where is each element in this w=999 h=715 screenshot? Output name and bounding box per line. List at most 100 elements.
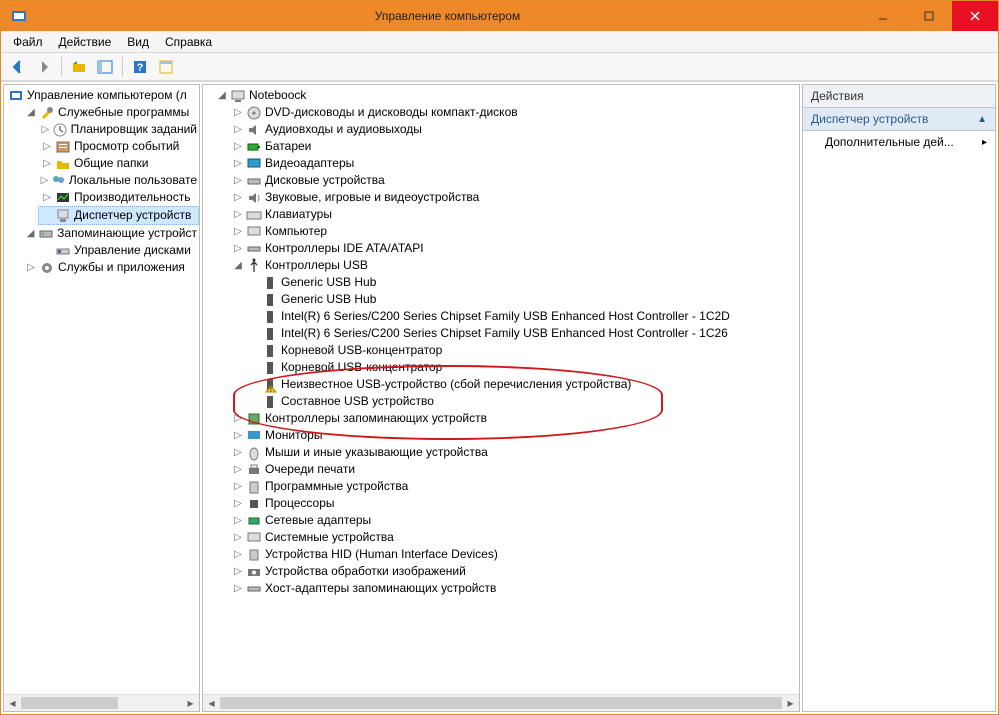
left-scrollbar-h[interactable]: ◂ ▸ [4,694,199,711]
expand-icon[interactable]: ▷ [40,123,51,137]
collapse-icon[interactable]: ◢ [231,259,245,273]
expand-icon[interactable]: ▷ [231,480,245,494]
cat-usb[interactable]: ◢Контроллеры USB [229,257,799,274]
show-hide-tree-button[interactable] [93,55,117,79]
usb-intel-1[interactable]: ▷Intel(R) 6 Series/C200 Series Chipset F… [245,308,799,325]
menu-view[interactable]: Вид [119,33,157,51]
expand-icon[interactable]: ▷ [231,446,245,460]
up-folder-button[interactable] [67,55,91,79]
cat-cpu[interactable]: ▷Процессоры [229,495,799,512]
node-label: Служебные программы [58,104,189,121]
action-more[interactable]: Дополнительные дей... ▸ [803,131,995,153]
forward-button[interactable] [32,55,56,79]
expand-icon[interactable]: ▷ [231,106,245,120]
expand-icon[interactable]: ▷ [231,157,245,171]
expand-icon[interactable]: ▷ [231,565,245,579]
collapse-icon[interactable]: ◢ [24,106,38,120]
usb-roothub-2[interactable]: ▷Корневой USB-концентратор [245,359,799,376]
cat-ide[interactable]: ▷Контроллеры IDE ATA/ATAPI [229,240,799,257]
help-button[interactable]: ? [128,55,152,79]
cat-hostadapter[interactable]: ▷Хост-адаптеры запоминающих устройств [229,580,799,597]
expand-icon[interactable]: ▷ [231,242,245,256]
menu-file[interactable]: Файл [5,33,51,51]
cat-monitors[interactable]: ▷Мониторы [229,427,799,444]
expand-icon[interactable]: ▷ [231,497,245,511]
expand-icon[interactable]: ▷ [231,531,245,545]
tree-task-scheduler[interactable]: ▷Планировщик заданий [38,121,199,138]
usb-intel-2[interactable]: ▷Intel(R) 6 Series/C200 Series Chipset F… [245,325,799,342]
tree-device-manager[interactable]: ▷Диспетчер устройств [38,206,199,225]
scroll-left-button[interactable]: ◂ [4,695,21,711]
cat-system[interactable]: ▷Системные устройства [229,529,799,546]
scroll-thumb[interactable] [220,697,782,709]
minimize-button[interactable] [860,1,906,31]
expand-icon[interactable]: ▷ [231,429,245,443]
tree-storage[interactable]: ◢ Запоминающие устройст [22,225,199,242]
console-tree-panel: Управление компьютером (л ◢ Служебные пр… [3,84,200,712]
usb-roothub-1[interactable]: ▷Корневой USB-концентратор [245,342,799,359]
cat-battery[interactable]: ▷Батареи [229,138,799,155]
expand-icon[interactable]: ▷ [231,123,245,137]
tree-shared-folders[interactable]: ▷Общие папки [38,155,199,172]
tree-services-apps[interactable]: ▷Службы и приложения [22,259,199,276]
expand-icon[interactable]: ▷ [231,208,245,222]
expand-icon[interactable]: ▷ [231,548,245,562]
collapse-icon[interactable]: ◢ [215,89,229,103]
close-button[interactable] [952,1,998,31]
expand-icon[interactable]: ▷ [231,463,245,477]
tree-local-users[interactable]: ▷Локальные пользовате [38,172,199,189]
center-scrollbar-h[interactable]: ◂ ▸ [203,694,799,711]
cat-sound[interactable]: ▷Звуковые, игровые и видеоустройства [229,189,799,206]
tree-root-computer-mgmt[interactable]: Управление компьютером (л [6,87,199,104]
action-label: Дополнительные дей... [825,135,954,149]
cat-printq[interactable]: ▷Очереди печати [229,461,799,478]
tree-system-tools[interactable]: ◢ Служебные программы [22,104,199,121]
expand-icon[interactable]: ▷ [231,174,245,188]
device-root[interactable]: ◢ Noteboock [213,87,799,104]
scroll-right-button[interactable]: ▸ [782,695,799,711]
usb-composite[interactable]: ▷Составное USB устройство [245,393,799,410]
menu-help[interactable]: Справка [157,33,220,51]
cat-audio[interactable]: ▷Аудиовходы и аудиовыходы [229,121,799,138]
menu-action[interactable]: Действие [51,33,120,51]
expand-icon[interactable]: ▷ [231,140,245,154]
collapse-section-icon[interactable]: ▲ [977,114,987,125]
cat-mice[interactable]: ▷Мыши и иные указывающие устройства [229,444,799,461]
cat-disk[interactable]: ▷Дисковые устройства [229,172,799,189]
expand-icon[interactable]: ▷ [40,140,54,154]
cat-dvd[interactable]: ▷DVD-дисководы и дисководы компакт-диско… [229,104,799,121]
usb-unknown[interactable]: ▷!Неизвестное USB-устройство (сбой переч… [245,376,799,393]
usb-hub-1[interactable]: ▷Generic USB Hub [245,274,799,291]
collapse-icon[interactable]: ◢ [24,227,37,241]
expand-icon[interactable]: ▷ [231,514,245,528]
cat-computer[interactable]: ▷Компьютер [229,223,799,240]
back-button[interactable] [6,55,30,79]
scroll-thumb[interactable] [21,697,118,709]
cat-hid[interactable]: ▷Устройства HID (Human Interface Devices… [229,546,799,563]
tree-performance[interactable]: ▷Производительность [38,189,199,206]
cat-keyboard[interactable]: ▷Клавиатуры [229,206,799,223]
expand-icon[interactable]: ▷ [40,157,54,171]
cat-software[interactable]: ▷Программные устройства [229,478,799,495]
expand-icon[interactable]: ▷ [231,582,245,596]
usb-hub-2[interactable]: ▷Generic USB Hub [245,291,799,308]
expand-icon[interactable]: ▷ [40,174,49,188]
tree-disk-mgmt[interactable]: ▷Управление дисками [38,242,199,259]
device-tree[interactable]: ◢ Noteboock ▷DVD-дисководы и дисководы к… [203,85,799,617]
actions-section[interactable]: Диспетчер устройств ▲ [803,108,995,131]
expand-icon[interactable]: ▷ [231,412,245,426]
expand-icon[interactable]: ▷ [231,191,245,205]
cat-imaging[interactable]: ▷Устройства обработки изображений [229,563,799,580]
cat-video[interactable]: ▷Видеоадаптеры [229,155,799,172]
cat-net[interactable]: ▷Сетевые адаптеры [229,512,799,529]
maximize-button[interactable] [906,1,952,31]
expand-icon[interactable]: ▷ [24,261,38,275]
tree-event-viewer[interactable]: ▷Просмотр событий [38,138,199,155]
expand-icon[interactable]: ▷ [231,225,245,239]
properties-button[interactable] [154,55,178,79]
expand-icon[interactable]: ▷ [40,191,54,205]
scroll-left-button[interactable]: ◂ [203,695,220,711]
scroll-right-button[interactable]: ▸ [182,695,199,711]
cat-storage-ctrl[interactable]: ▷Контроллеры запоминающих устройств [229,410,799,427]
console-tree[interactable]: Управление компьютером (л ◢ Служебные пр… [4,85,199,296]
